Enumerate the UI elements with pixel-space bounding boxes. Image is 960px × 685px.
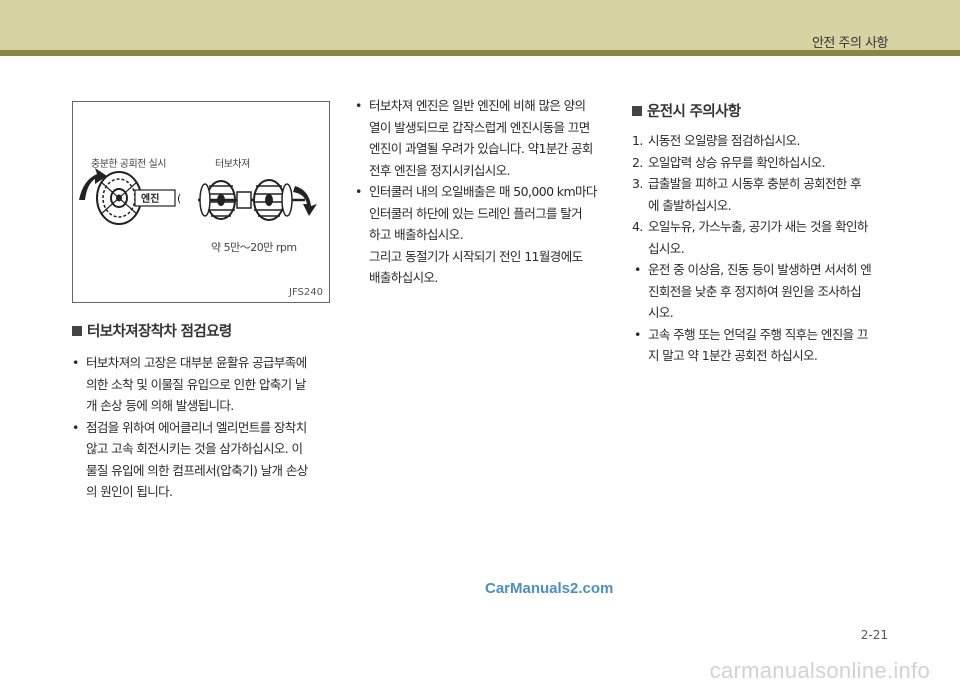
footer-watermark: carmanualsonline.info bbox=[709, 658, 930, 683]
numbered-item: 1. 시동전 오일량을 점검하십시오. bbox=[632, 130, 898, 152]
list-item: • 점검을 위하여 에어클리너 엘리먼트를 장착치 않고 고속 회전시키는 것을 삼… bbox=[72, 419, 308, 500]
step-number: 3. bbox=[632, 176, 643, 191]
list-line: 오일압력 상승 유무를 확인하십시오. bbox=[648, 154, 826, 170]
rpm-label: 약 5만～20만 rpm bbox=[211, 241, 297, 254]
numbered-item: 4. 오일누유, 가스누출, 공기가 새는 것을 확인하십시오. bbox=[632, 216, 898, 259]
list-line: 급출발을 피하고 시동후 충분히 공회전한 후 bbox=[648, 176, 862, 191]
chapter-title: 안전 주의 사항 bbox=[811, 36, 889, 51]
list-line: 인터쿨러 내의 오일배출은 매 50,000 km마다 bbox=[369, 184, 597, 199]
list-line: 의 원인이 됩니다. bbox=[86, 484, 173, 499]
turbo-illustration: 엔진 ( bbox=[79, 168, 317, 225]
list-line: 하고 배출하십시오. bbox=[369, 227, 464, 242]
turbo-figure: 충분한 공회전 실시 터보차져 엔진 (약 5만～20만 rpm JFS240 bbox=[72, 101, 330, 303]
list-item: • 고속 주행 또는 언덕길 주행 직후는 엔진을 끄지 말고 약 1분간 공회전… bbox=[634, 326, 868, 364]
turbo-notes-list: • 터보차져 엔진은 일반 엔진에 비해 많은 양의 열이 발생되므로 갑작스럽게 … bbox=[355, 95, 625, 289]
footer-bar: carmanualsonline.info bbox=[0, 655, 960, 685]
step-number: 2. bbox=[632, 154, 643, 170]
heading-square-icon bbox=[632, 106, 642, 116]
engine-label: 엔진 bbox=[141, 192, 159, 205]
step-number: 4. bbox=[632, 219, 643, 234]
list-line: 그리고 동절기가 시작되기 전인 11월경에도 bbox=[369, 248, 583, 264]
list-line: 인터쿨러 하단에 있는 드레인 플러그를 탈거 bbox=[369, 205, 583, 221]
list-item: • 터보차져 엔진은 일반 엔진에 비해 많은 양의 열이 발생되므로 갑작스럽게 … bbox=[355, 98, 593, 178]
page-number: 2-21 bbox=[860, 628, 888, 642]
watermark-link[interactable]: CarManuals2.com bbox=[485, 580, 613, 597]
turbo-inspection-title: 터보차져장착차 점검요령 bbox=[87, 324, 232, 340]
list-line: 터보차져의 고장은 대부분 윤활유 공급부족에 bbox=[86, 355, 307, 370]
list-line: 십시오. bbox=[648, 240, 685, 256]
list-item: • 인터쿨러 내의 오일배출은 매 50,000 km마다 인터쿨러 하단에 있는 … bbox=[355, 184, 597, 285]
numbered-item: 3. 급출발을 피하고 시동후 충분히 공회전한 후에 출발하십시오. bbox=[632, 173, 898, 216]
heading-square-icon bbox=[72, 326, 82, 336]
figure-code: JFS240 bbox=[289, 287, 323, 298]
list-line: 개 손상 등에 의해 발생됩니다. bbox=[86, 398, 234, 413]
list-line: 터보차져 엔진은 일반 엔진에 비해 많은 양의 bbox=[369, 98, 586, 113]
list-line: 의한 소착 및 이물질 유입으로 인한 압축기 날 bbox=[86, 376, 306, 392]
list-line: 운전 중 이상음, 진동 등이 발생하면 서서히 엔 bbox=[648, 262, 872, 277]
turbo-inspection-heading: 터보차져장착차 점검요령 bbox=[72, 320, 232, 341]
list-item: • 운전 중 이상음, 진동 등이 발생하면 서서히 엔 진회전을 낮춘 후 정지하… bbox=[634, 262, 872, 320]
list-line: 지 말고 약 1분간 공회전 하십시오. bbox=[648, 348, 818, 363]
list-line: 시오. bbox=[648, 305, 674, 320]
list-line: 진회전을 낮춘 후 정지하여 원인을 조사하십 bbox=[648, 283, 862, 299]
list-line: 시동전 오일량을 점검하십시오. bbox=[648, 133, 800, 148]
driving-caution-bullets: • 운전 중 이상음, 진동 등이 발생하면 서서히 엔 진회전을 낮춘 후 정지하… bbox=[634, 259, 900, 367]
engine-pulley-icon bbox=[96, 171, 142, 225]
list-line: 에 출발하십시오. bbox=[648, 197, 732, 213]
turbo-inspection-list: • 터보차져의 고장은 대부분 윤활유 공급부족에 의한 소착 및 이물질 유입으로… bbox=[72, 352, 338, 503]
step-number: 1. bbox=[632, 133, 643, 148]
driving-caution-title: 운전시 주의사항 bbox=[647, 104, 741, 120]
turbo-wheel-icon bbox=[198, 179, 305, 221]
list-line: 배출하십시오. bbox=[369, 270, 438, 285]
list-line: 점검을 위하여 에어클리너 엘리먼트를 장착치 bbox=[86, 419, 307, 435]
driving-caution-steps: 1. 시동전 오일량을 점검하십시오. 2. 오일압력 상승 유무를 확인하십시오.… bbox=[632, 130, 898, 259]
list-item: • 터보차져의 고장은 대부분 윤활유 공급부족에 의한 소착 및 이물질 유입으로… bbox=[72, 355, 307, 413]
driving-caution-heading: 운전시 주의사항 bbox=[632, 100, 741, 121]
list-line: 오일누유, 가스누출, 공기가 새는 것을 확인하 bbox=[648, 219, 868, 234]
list-line: 고속 주행 또는 언덕길 주행 직후는 엔진을 끄 bbox=[648, 326, 868, 342]
list-line: 열이 발생되므로 갑작스럽게 엔진시동을 끄면 bbox=[369, 119, 590, 135]
svg-text:(: ( bbox=[177, 192, 181, 205]
list-line: 전후 엔진을 정지시키십시오. bbox=[369, 162, 511, 178]
list-line: 않고 고속 회전시키는 것을 삼가하십시오. 이 bbox=[86, 441, 303, 456]
numbered-item: 2. 오일압력 상승 유무를 확인하십시오. bbox=[632, 152, 898, 174]
list-line: 물질 유입에 의한 컴프레서(압축기) 날개 손상 bbox=[86, 462, 308, 478]
list-line: 엔진이 과열될 우려가 있습니다. 약1분간 공회 bbox=[369, 141, 593, 156]
